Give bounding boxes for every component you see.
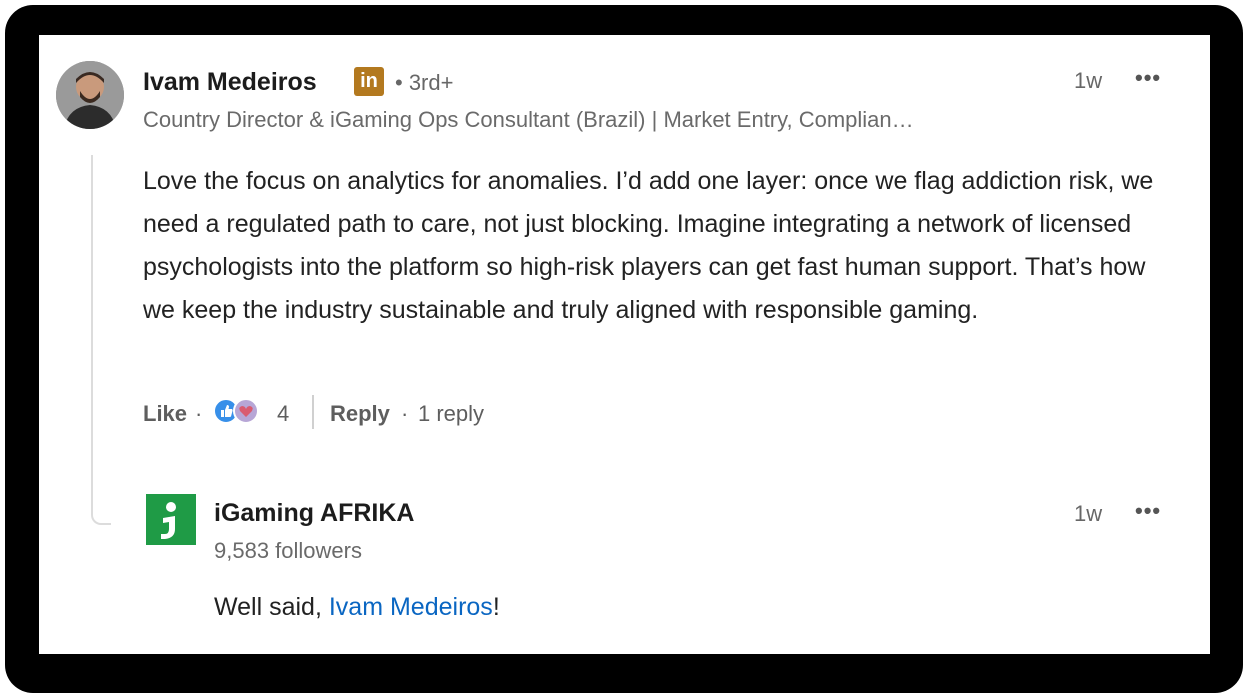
avatar[interactable] (56, 61, 124, 129)
reply-time: 1w (1074, 501, 1103, 526)
like-button[interactable]: Like (143, 401, 187, 427)
reply-text-before: Well said, (214, 593, 329, 621)
connection-degree: • 3rd+ (395, 70, 454, 95)
separator-dot: · (401, 401, 409, 426)
divider (312, 395, 314, 429)
reply-text-after: ! (492, 593, 500, 621)
linkedin-badge-icon: in (354, 67, 384, 96)
comment-more-options-icon[interactable]: ••• (1135, 65, 1161, 91)
comment-card: Ivam Medeiros in • 3rd+ 1w ••• Country D… (39, 35, 1210, 654)
reply-text: Well said, Ivam Medeiros! (214, 593, 500, 622)
thread-connector-line (91, 155, 111, 525)
comment-time: 1w (1074, 68, 1103, 93)
separator-dot: · (195, 401, 203, 426)
love-reaction-icon (233, 398, 259, 424)
igaming-afrika-logo[interactable] (146, 494, 196, 545)
reply-more-options-icon[interactable]: ••• (1135, 498, 1161, 524)
reaction-count[interactable]: 4 (277, 401, 289, 427)
mention-link[interactable]: Ivam Medeiros (329, 593, 493, 621)
reply-author-name[interactable]: iGaming AFRIKA (214, 499, 414, 528)
comment-text: Love the focus on analytics for anomalie… (143, 167, 1154, 324)
reply-author-followers: 9,583 followers (214, 538, 362, 563)
author-name[interactable]: Ivam Medeiros (143, 68, 317, 97)
reply-count-link[interactable]: 1 reply (418, 401, 484, 427)
author-headline: Country Director & iGaming Ops Consultan… (143, 107, 914, 132)
reply-button[interactable]: Reply (330, 401, 390, 427)
